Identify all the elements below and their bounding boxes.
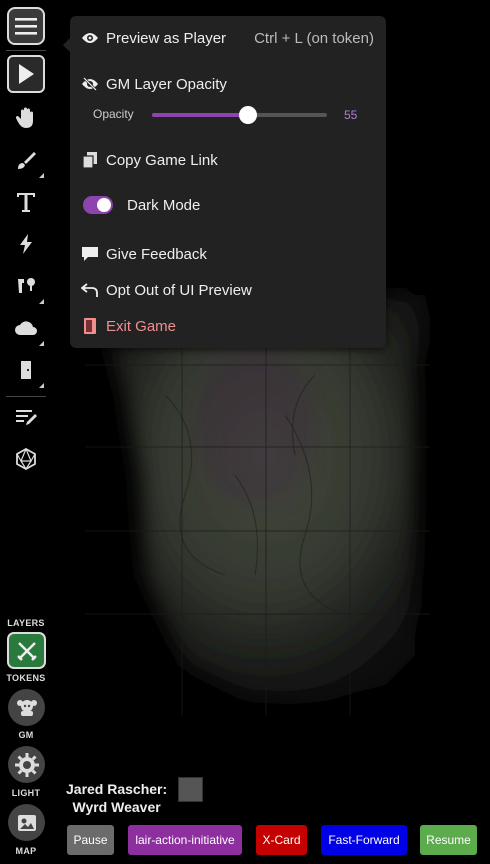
layers-heading: LAYERS bbox=[7, 618, 45, 628]
opacity-slider-fill bbox=[152, 113, 249, 117]
lightning-icon bbox=[20, 234, 32, 254]
measure-tool-button[interactable] bbox=[6, 266, 46, 306]
text-tool-button[interactable] bbox=[6, 182, 46, 222]
layer-light-label: LIGHT bbox=[11, 788, 41, 798]
layer-light-button[interactable] bbox=[8, 746, 45, 783]
dark-mode-toggle[interactable] bbox=[83, 196, 113, 214]
preview-as-player-label: Preview as Player bbox=[106, 29, 227, 47]
macro-pause-label: Pause bbox=[73, 833, 108, 847]
give-feedback-item[interactable]: Give Feedback bbox=[80, 242, 376, 266]
submenu-indicator-icon bbox=[39, 173, 44, 178]
copy-game-link-item[interactable]: Copy Game Link bbox=[80, 148, 376, 172]
opacity-value: 55 bbox=[344, 108, 358, 122]
pan-tool-button[interactable] bbox=[6, 98, 46, 138]
submenu-indicator-icon bbox=[39, 341, 44, 346]
preview-shortcut: Ctrl + L (on token) bbox=[254, 29, 374, 47]
preview-as-player-item[interactable]: Preview as Player Ctrl + L (on token) bbox=[80, 26, 376, 50]
opacity-slider-label: Opacity bbox=[93, 107, 134, 121]
opt-out-label: Opt Out of UI Preview bbox=[106, 281, 252, 299]
dynamic-lighting-tool-button[interactable] bbox=[6, 350, 46, 390]
toolbar-divider bbox=[6, 50, 46, 51]
layer-tokens-label: TOKENS bbox=[6, 673, 46, 683]
eye-icon bbox=[80, 28, 100, 48]
submenu-indicator-icon bbox=[39, 299, 44, 304]
layer-gm-label: GM bbox=[18, 730, 34, 740]
effects-tool-button[interactable] bbox=[6, 224, 46, 264]
submenu-indicator-icon bbox=[39, 383, 44, 388]
exit-game-item[interactable]: Exit Game bbox=[80, 314, 376, 338]
macro-fast-forward-label: Fast-Forward bbox=[328, 833, 400, 847]
macro-pause-button[interactable]: Pause bbox=[67, 825, 114, 855]
opacity-slider[interactable] bbox=[152, 106, 327, 124]
door-icon bbox=[21, 361, 31, 379]
player-name-block: Jared Rascher: Wyrd Weaver bbox=[66, 780, 167, 816]
macro-x-card-label: X-Card bbox=[262, 833, 301, 847]
gm-mask-icon bbox=[16, 699, 37, 716]
macro-lair-action-label: lair-action-initiative bbox=[135, 833, 235, 847]
text-t-icon bbox=[17, 193, 35, 212]
opt-out-ui-preview-item[interactable]: Opt Out of UI Preview bbox=[80, 278, 376, 302]
exit-door-icon bbox=[80, 316, 100, 336]
hamburger-menu-button[interactable] bbox=[7, 7, 45, 45]
toolbar: LAYERS TOKENS GM LIGHT MAP bbox=[0, 0, 52, 864]
give-feedback-label: Give Feedback bbox=[106, 245, 207, 263]
dark-mode-item[interactable]: Dark Mode bbox=[80, 193, 376, 217]
layer-tokens-button[interactable] bbox=[7, 632, 46, 669]
undo-arrow-icon bbox=[80, 280, 100, 300]
swords-icon bbox=[16, 641, 37, 661]
player-character: Wyrd Weaver bbox=[72, 799, 161, 815]
opacity-slider-thumb[interactable] bbox=[239, 106, 258, 124]
draw-tool-button[interactable] bbox=[6, 140, 46, 180]
exit-game-label: Exit Game bbox=[106, 317, 177, 335]
list-pencil-icon bbox=[16, 410, 37, 425]
eye-slash-icon bbox=[80, 74, 100, 94]
macro-x-card-button[interactable]: X-Card bbox=[256, 825, 307, 855]
cursor-arrow-icon bbox=[19, 64, 34, 84]
ruler-pin-icon bbox=[18, 278, 35, 293]
map-icon bbox=[17, 814, 36, 831]
select-tool-button[interactable] bbox=[7, 55, 45, 93]
speech-bubble-icon bbox=[80, 244, 100, 264]
cloud-icon bbox=[15, 321, 37, 335]
layer-gm-button[interactable] bbox=[8, 689, 45, 726]
macro-lair-action-button[interactable]: lair-action-initiative bbox=[128, 825, 242, 855]
hand-icon bbox=[16, 107, 33, 128]
fog-tool-button[interactable] bbox=[6, 308, 46, 348]
settings-menu: Preview as Player Ctrl + L (on token) GM… bbox=[63, 16, 386, 348]
gm-layer-opacity-item: GM Layer Opacity bbox=[80, 72, 376, 96]
gm-layer-opacity-label: GM Layer Opacity bbox=[106, 75, 227, 93]
brush-icon bbox=[18, 152, 36, 169]
hamburger-icon bbox=[15, 18, 37, 35]
macro-resume-button[interactable]: Resume bbox=[420, 825, 477, 855]
d20-icon bbox=[16, 448, 36, 470]
sun-gear-icon bbox=[14, 752, 39, 777]
copy-icon bbox=[80, 150, 100, 170]
layer-map-button[interactable] bbox=[8, 804, 45, 841]
layer-map-label: MAP bbox=[15, 846, 37, 856]
macro-fast-forward-button[interactable]: Fast-Forward bbox=[321, 825, 407, 855]
dice-roller-button[interactable] bbox=[6, 439, 46, 479]
dark-mode-label: Dark Mode bbox=[127, 196, 201, 214]
player-color-swatch[interactable] bbox=[178, 777, 203, 802]
macro-resume-label: Resume bbox=[426, 833, 471, 847]
copy-game-link-label: Copy Game Link bbox=[106, 151, 218, 169]
player-name: Jared Rascher: bbox=[66, 781, 168, 797]
turn-tracker-button[interactable] bbox=[6, 397, 46, 437]
